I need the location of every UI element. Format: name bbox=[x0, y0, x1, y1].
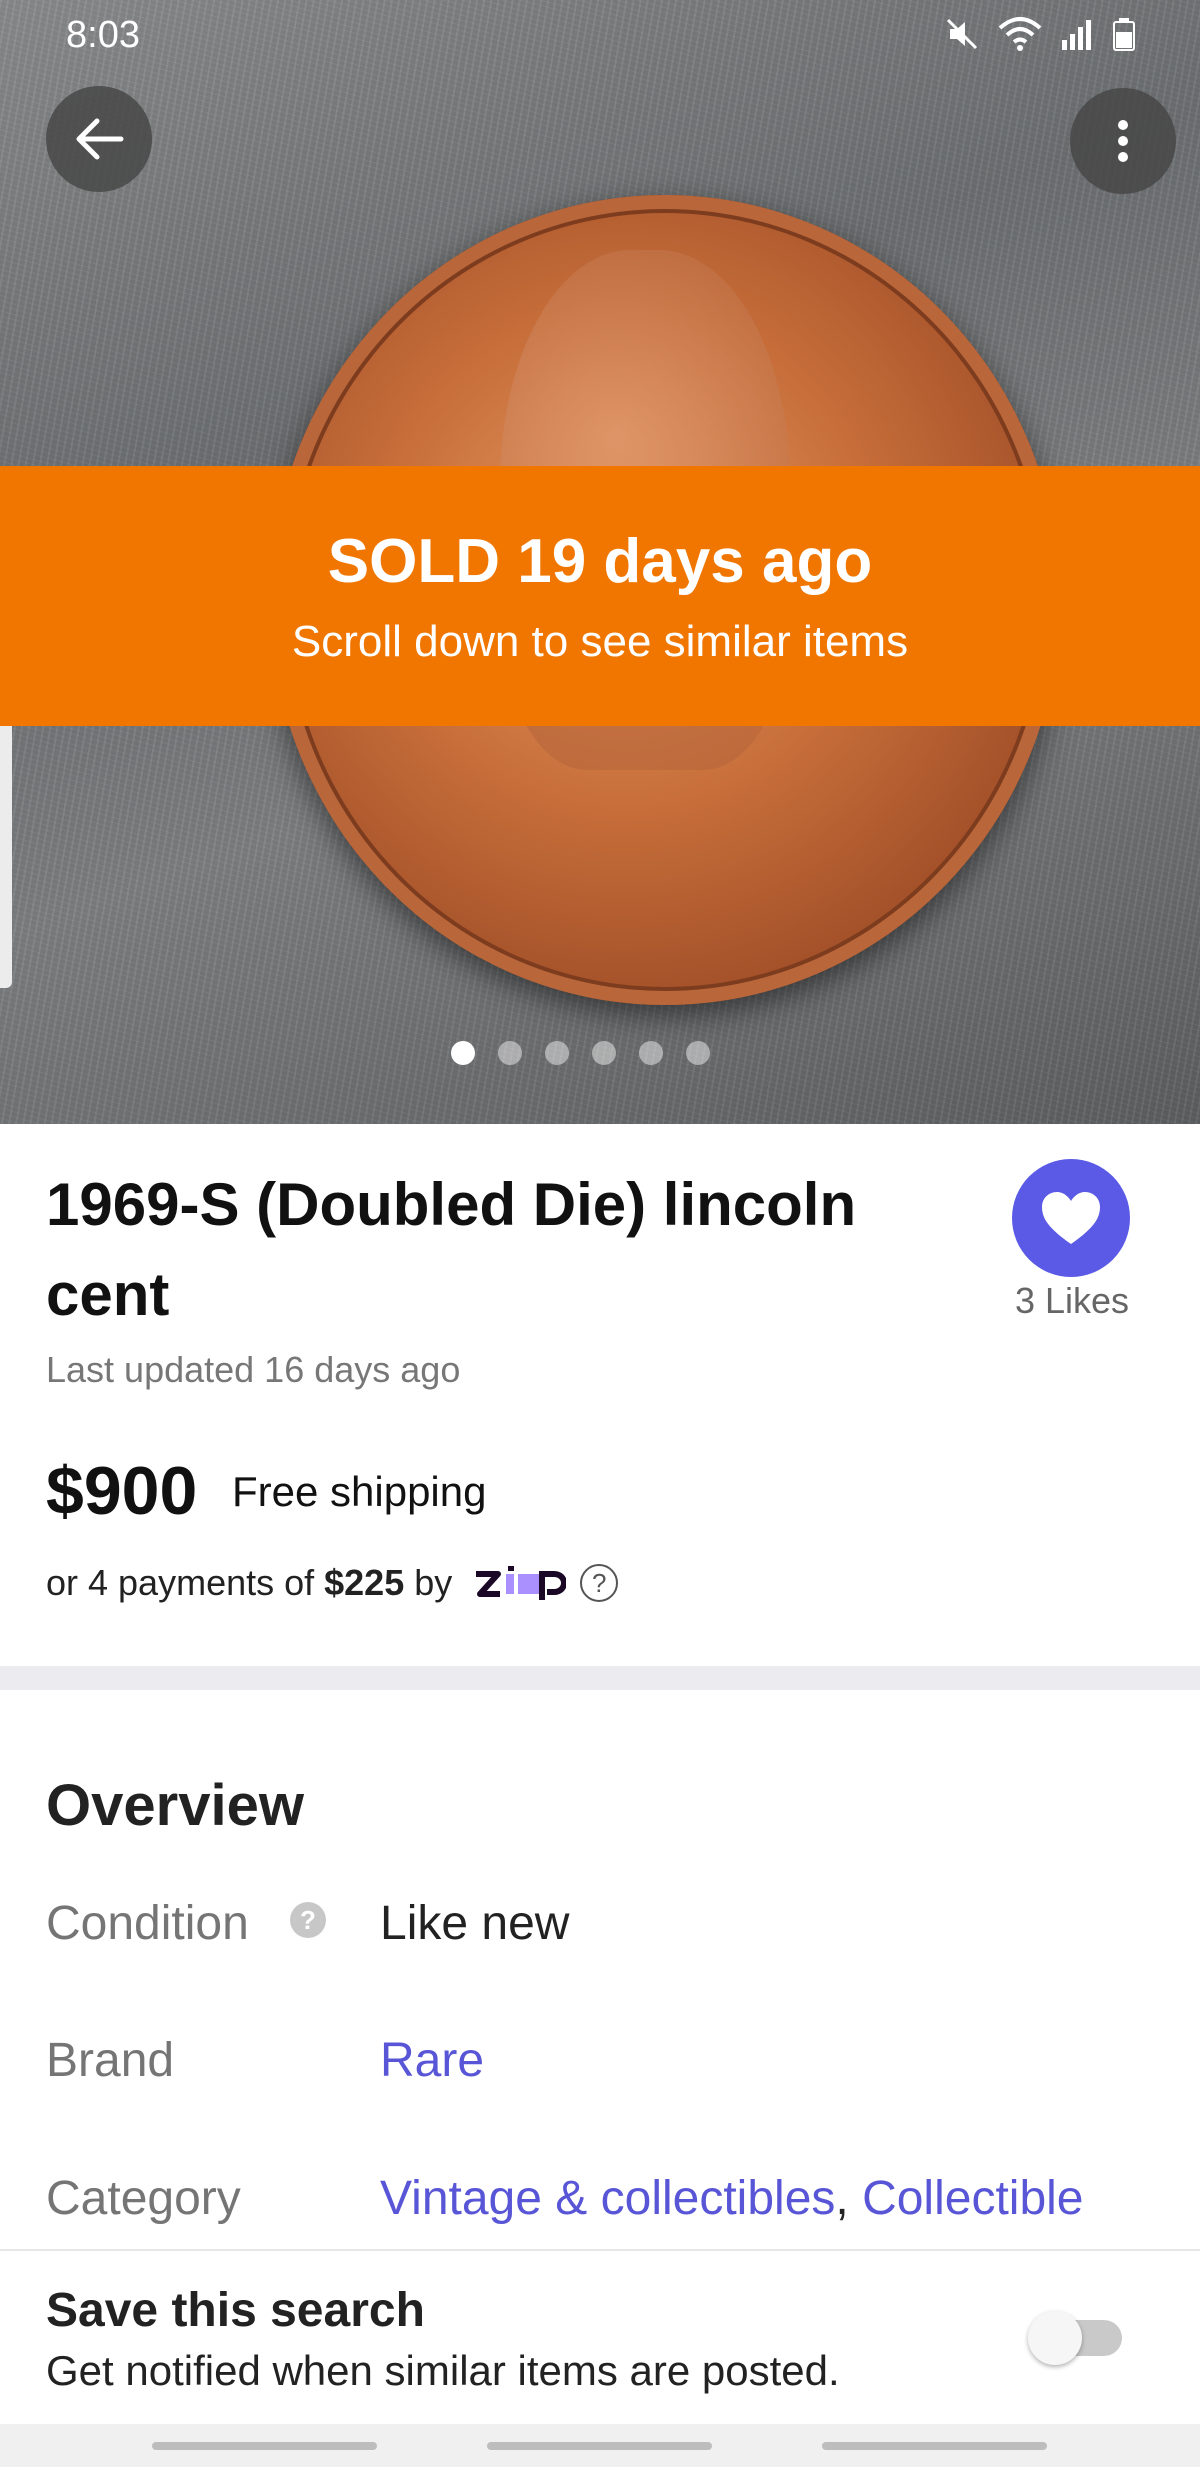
nav-home-button[interactable] bbox=[487, 2442, 712, 2450]
pagination-dot[interactable] bbox=[450, 1041, 475, 1065]
category-value: Vintage & collectibles, Collectible bbox=[380, 2171, 1084, 2226]
category-label: Category bbox=[46, 2172, 241, 2225]
pagination-dot[interactable] bbox=[685, 1041, 710, 1065]
installment-info: or 4 payments of $225 by ? bbox=[46, 1562, 619, 1604]
price: $900 bbox=[46, 1453, 198, 1529]
category-link-collectible[interactable]: Collectible bbox=[862, 2172, 1083, 2225]
help-circle-icon[interactable]: ? bbox=[580, 1564, 619, 1602]
battery-icon bbox=[1112, 16, 1136, 61]
arrow-left-icon bbox=[76, 118, 124, 160]
condition-help-icon[interactable]: ? bbox=[290, 1902, 326, 1938]
status-icons bbox=[944, 16, 1136, 61]
save-search-title: Save this search bbox=[46, 2284, 425, 2337]
category-link-vintage[interactable]: Vintage & collectibles bbox=[380, 2172, 835, 2225]
pagination-dot[interactable] bbox=[544, 1041, 569, 1065]
save-search-toggle[interactable] bbox=[1028, 2311, 1122, 2365]
save-search-subtitle: Get notified when similar items are post… bbox=[46, 2347, 840, 2394]
wifi-icon bbox=[998, 16, 1042, 61]
last-updated: Last updated 16 days ago bbox=[46, 1349, 461, 1390]
photo-pagination bbox=[0, 1041, 1180, 1065]
shipping-info: Free shipping bbox=[232, 1468, 487, 1515]
zip-logo bbox=[474, 1566, 567, 1600]
condition-label: Condition bbox=[46, 1897, 249, 1950]
sold-banner: SOLD 19 days ago Scroll down to see simi… bbox=[0, 466, 1200, 726]
pagination-dot[interactable] bbox=[591, 1041, 616, 1065]
signal-icon bbox=[1060, 16, 1094, 61]
section-divider bbox=[0, 1666, 1200, 1690]
likes-count: 3 Likes bbox=[1014, 1280, 1130, 1321]
payments-by: by bbox=[404, 1562, 463, 1603]
save-search-bar: Save this search Get notified when simil… bbox=[0, 2249, 1200, 2424]
status-bar: 8:03 bbox=[0, 0, 1200, 72]
brand-label: Brand bbox=[46, 2034, 175, 2087]
more-options-button[interactable] bbox=[1070, 88, 1176, 194]
status-time: 8:03 bbox=[66, 14, 140, 56]
more-vertical-icon bbox=[1118, 120, 1128, 162]
system-nav-bar bbox=[0, 2424, 1200, 2467]
pagination-dot[interactable] bbox=[638, 1041, 663, 1065]
overview-heading: Overview bbox=[46, 1773, 304, 1838]
sold-title: SOLD 19 days ago bbox=[327, 527, 873, 596]
item-photo[interactable]: 8:03 SOLD 19 days ago Scroll down to see… bbox=[0, 0, 1200, 1124]
sold-subtitle: Scroll down to see similar items bbox=[291, 617, 909, 666]
nav-recents-button[interactable] bbox=[152, 2442, 377, 2450]
back-button[interactable] bbox=[46, 86, 152, 192]
condition-value: Like new bbox=[380, 1897, 570, 1950]
category-separator: , bbox=[835, 2172, 863, 2225]
brand-link[interactable]: Rare bbox=[380, 2033, 484, 2088]
pagination-dot[interactable] bbox=[497, 1041, 522, 1065]
like-button[interactable] bbox=[1012, 1159, 1130, 1277]
toggle-knob bbox=[1028, 2311, 1082, 2365]
payments-prefix: or 4 payments of bbox=[46, 1562, 325, 1603]
mute-icon bbox=[944, 16, 980, 61]
heart-icon bbox=[1042, 1192, 1100, 1244]
nav-back-button[interactable] bbox=[822, 2442, 1047, 2450]
item-title: 1969-S (Doubled Die) lincoln cent bbox=[46, 1171, 857, 1328]
payments-amount: $225 bbox=[324, 1562, 405, 1603]
